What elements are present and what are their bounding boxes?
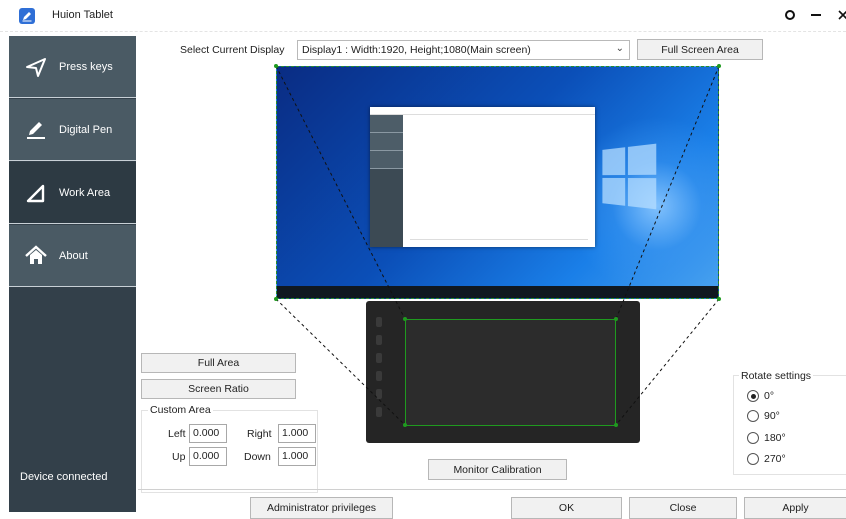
rotate-90-label: 90° — [764, 410, 780, 422]
rotate-0-label: 0° — [764, 390, 775, 402]
preview-taskbar — [277, 286, 718, 298]
sidebar-item-digital-pen[interactable]: Digital Pen — [9, 99, 136, 161]
left-field[interactable]: 0.000 — [189, 424, 227, 443]
rotate-270-label: 270° — [764, 453, 786, 465]
sidebar-item-label: Work Area — [59, 186, 111, 199]
windows-logo-icon — [602, 143, 657, 210]
sidebar-item-work-area[interactable]: Work Area — [9, 162, 136, 224]
chevron-down-icon: ⌄ — [615, 43, 624, 54]
tablet-active-area[interactable] — [405, 319, 616, 426]
footer-divider — [138, 489, 846, 490]
full-screen-area-button[interactable]: Full Screen Area — [637, 39, 763, 60]
device-status: Device connected — [20, 471, 108, 483]
rotate-180-label: 180° — [764, 432, 786, 444]
rotate-90-radio[interactable] — [747, 410, 759, 422]
full-area-button[interactable]: Full Area — [141, 353, 296, 373]
up-field[interactable]: 0.000 — [189, 447, 227, 466]
tablet-preview — [366, 301, 640, 443]
sidebar-item-label: About — [59, 249, 88, 262]
sidebar: Press keys Digital Pen Work Area About D… — [9, 36, 136, 512]
right-label: Right — [247, 428, 272, 440]
display-select-value: Display1 : Width:1920, Height;1080(Main … — [302, 44, 531, 56]
rotate-settings-legend: Rotate settings — [739, 370, 814, 382]
screen-preview[interactable] — [276, 66, 719, 299]
right-field[interactable]: 1.000 — [278, 424, 316, 443]
custom-area-legend: Custom Area — [148, 404, 213, 416]
tablet-press-keys — [376, 317, 384, 427]
ok-button[interactable]: OK — [511, 497, 622, 519]
huion-app-icon — [19, 8, 35, 24]
left-label: Left — [168, 428, 186, 440]
screen-ratio-button[interactable]: Screen Ratio — [141, 379, 296, 399]
display-select-label: Select Current Display — [180, 44, 285, 56]
apply-button[interactable]: Apply — [744, 497, 846, 519]
sidebar-item-about[interactable]: About — [9, 225, 136, 287]
close-button[interactable]: Close — [629, 497, 737, 519]
minimize-icon[interactable] — [805, 4, 827, 26]
close-icon[interactable] — [832, 4, 846, 26]
monitor-calibration-button[interactable]: Monitor Calibration — [428, 459, 567, 480]
down-label: Down — [244, 451, 271, 463]
title-bar: Huion Tablet — [0, 0, 846, 32]
sidebar-item-label: Digital Pen — [59, 123, 113, 136]
rotate-0-radio[interactable] — [747, 390, 759, 402]
preview-app-window — [370, 107, 595, 247]
up-label: Up — [172, 451, 186, 463]
triangle-icon — [26, 184, 45, 202]
rotate-270-radio[interactable] — [747, 453, 759, 465]
home-icon — [25, 244, 47, 264]
window-title: Huion Tablet — [52, 9, 113, 21]
send-arrow-icon — [26, 57, 46, 77]
rotate-180-radio[interactable] — [747, 432, 759, 444]
sidebar-item-press-keys[interactable]: Press keys — [9, 36, 136, 98]
down-field[interactable]: 1.000 — [278, 447, 316, 466]
administrator-privileges-button[interactable]: Administrator privileges — [250, 497, 393, 519]
display-select[interactable]: Display1 : Width:1920, Height;1080(Main … — [297, 40, 630, 60]
sidebar-item-label: Press keys — [59, 60, 113, 73]
pen-icon — [27, 121, 45, 139]
settings-icon[interactable] — [779, 4, 801, 26]
